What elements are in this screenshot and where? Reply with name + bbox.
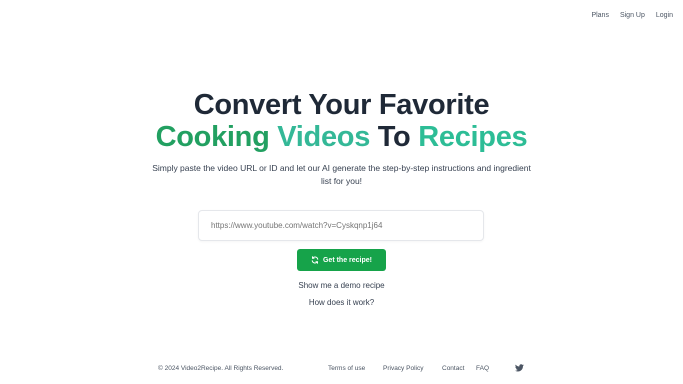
twitter-icon[interactable] — [515, 364, 524, 374]
top-nav: Plans Sign Up Login — [591, 12, 673, 19]
page: Plans Sign Up Login Convert Your Favorit… — [0, 0, 683, 384]
nav-plans-link[interactable]: Plans — [591, 12, 609, 19]
terms-link[interactable]: Terms of use — [328, 365, 365, 372]
headline-word-cooking: Cooking — [155, 121, 270, 153]
privacy-link[interactable]: Privacy Policy — [383, 365, 423, 372]
hero-subtitle: Simply paste the video URL or ID and let… — [152, 163, 531, 186]
headline: Convert Your Favorite Cooking Videos To … — [0, 89, 683, 153]
nav-signup-link[interactable]: Sign Up — [620, 12, 645, 19]
faq-link[interactable]: FAQ — [476, 365, 489, 372]
get-recipe-label: Get the recipe! — [322, 256, 372, 264]
how-it-works-link[interactable]: How does it work? — [0, 298, 683, 307]
hero: Convert Your Favorite Cooking Videos To … — [0, 89, 683, 188]
get-recipe-button[interactable]: Get the recipe! — [297, 249, 386, 271]
copyright-text: © 2024 Video2Recipe. All Rights Reserved… — [158, 365, 284, 372]
video-url-input[interactable] — [199, 211, 483, 240]
refresh-icon — [311, 256, 319, 264]
headline-word-videos: Videos — [277, 121, 371, 153]
headline-word-recipes: Recipes — [418, 121, 528, 153]
contact-link[interactable]: Contact — [442, 365, 464, 372]
headline-word-to: To — [377, 121, 411, 153]
video-url-field — [198, 210, 484, 241]
nav-login-link[interactable]: Login — [656, 12, 673, 19]
demo-recipe-link[interactable]: Show me a demo recipe — [0, 281, 683, 290]
footer: © 2024 Video2Recipe. All Rights Reserved… — [0, 364, 683, 377]
headline-line-1: Convert Your Favorite — [193, 89, 490, 121]
